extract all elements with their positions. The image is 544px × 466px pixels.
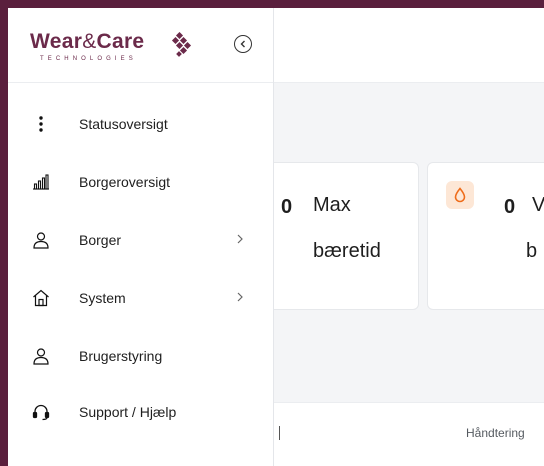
sidebar-item-brugerstyring[interactable]: Brugerstyring xyxy=(8,336,273,376)
stat-label-line1: V xyxy=(532,194,544,216)
top-bar xyxy=(274,8,544,83)
chevron-right-icon xyxy=(237,234,243,244)
app-window: 0 Max bæretid 0 V b Håndtering Wear&Care… xyxy=(8,8,544,466)
drop-icon xyxy=(454,187,466,203)
sidebar-item-borgeroversigt[interactable]: Borgeroversigt xyxy=(8,162,273,202)
stat-label-line1: Max xyxy=(313,194,351,216)
chevron-right-icon xyxy=(237,292,243,302)
chevron-left-icon xyxy=(240,40,245,48)
sidebar: Wear&Care TECHNOLOGIES Statusoversigt Bo… xyxy=(8,8,274,466)
person-icon xyxy=(33,232,49,249)
person-icon xyxy=(33,348,49,365)
vertical-dots-icon xyxy=(39,116,43,132)
stat-value: 0 xyxy=(281,196,293,218)
stat-value: 0 xyxy=(504,196,516,218)
collapse-sidebar-button[interactable] xyxy=(234,35,252,53)
sidebar-item-label: Borger xyxy=(79,232,122,248)
sidebar-item-label: Borgeroversigt xyxy=(79,174,171,190)
column-header-handtering[interactable]: Håndtering xyxy=(466,426,525,440)
column-divider xyxy=(279,426,280,440)
sidebar-divider xyxy=(8,82,273,83)
home-icon xyxy=(33,289,49,307)
sidebar-item-label: Statusoversigt xyxy=(79,116,168,132)
bar-chart-icon xyxy=(33,174,49,190)
stat-label-line2: bæretid xyxy=(313,240,381,262)
sidebar-item-label: System xyxy=(79,290,126,306)
brand-subtitle: TECHNOLOGIES xyxy=(40,56,137,62)
sidebar-item-support[interactable]: Support / Hjælp xyxy=(8,392,273,432)
sidebar-item-label: Brugerstyring xyxy=(79,348,163,364)
stat-label-line2: b xyxy=(526,240,538,262)
brand-logo[interactable]: Wear&Care TECHNOLOGIES xyxy=(30,30,192,70)
brand-mark-icon xyxy=(171,32,192,57)
drop-icon-box xyxy=(446,181,474,209)
sidebar-item-statusoversigt[interactable]: Statusoversigt xyxy=(8,104,273,144)
sidebar-item-borger[interactable]: Borger xyxy=(8,220,273,260)
stat-card-2: 0 V b xyxy=(427,162,544,310)
sidebar-item-label: Support / Hjælp xyxy=(79,404,177,420)
brand-name: Wear&Care xyxy=(30,30,145,53)
headset-icon xyxy=(32,404,50,421)
sidebar-item-system[interactable]: System xyxy=(8,278,273,318)
